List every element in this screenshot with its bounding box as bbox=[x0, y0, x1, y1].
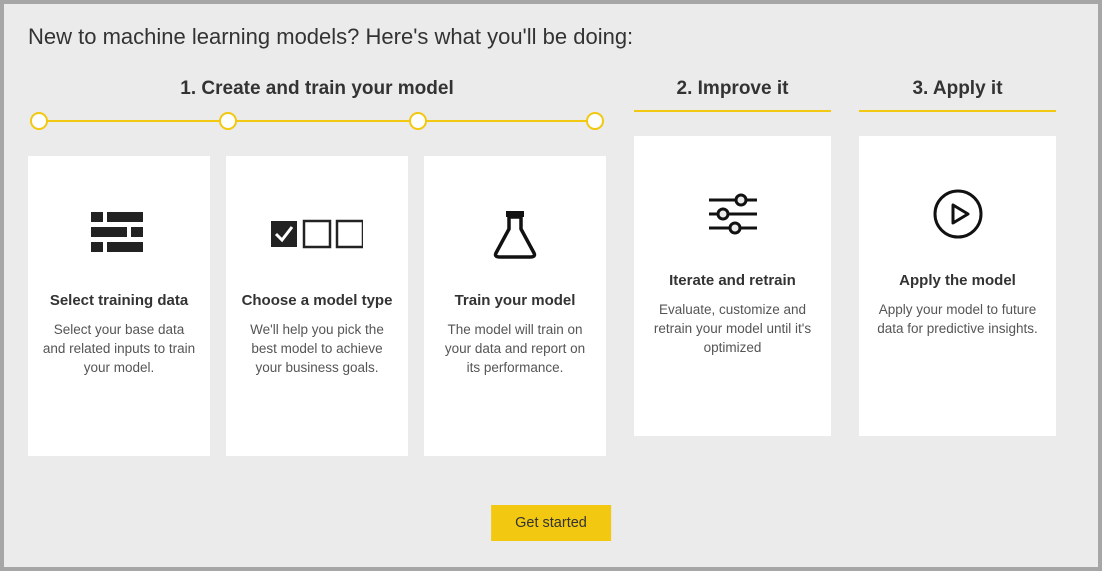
sliders-icon bbox=[707, 182, 759, 246]
data-rows-icon bbox=[91, 202, 147, 266]
card-choose-model-type: Choose a model type We'll help you pick … bbox=[226, 156, 408, 456]
card-2-desc: We'll help you pick the best model to ac… bbox=[240, 321, 394, 378]
card-4-desc: Evaluate, customize and retrain your mod… bbox=[648, 301, 817, 358]
checkbox-options-icon bbox=[271, 202, 363, 266]
intro-heading: New to machine learning models? Here's w… bbox=[28, 24, 1074, 50]
card-1-title: Select training data bbox=[50, 292, 188, 309]
stepper-dot-1 bbox=[30, 112, 48, 130]
card-train-model: Train your model The model will train on… bbox=[424, 156, 606, 456]
stepper-dot-2 bbox=[219, 112, 237, 130]
card-5-title: Apply the model bbox=[899, 272, 1016, 289]
phase-improve: 2. Improve it Iterate and ret bbox=[634, 78, 831, 456]
phase-3-underline bbox=[859, 110, 1056, 112]
phase-1-cards: Select training data Select your base da… bbox=[28, 156, 606, 456]
get-started-button[interactable]: Get started bbox=[491, 505, 611, 541]
flask-icon bbox=[492, 202, 538, 266]
card-1-desc: Select your base data and related inputs… bbox=[42, 321, 196, 378]
card-3-desc: The model will train on your data and re… bbox=[438, 321, 592, 378]
phase-2-title: 2. Improve it bbox=[634, 78, 831, 100]
card-select-training-data: Select training data Select your base da… bbox=[28, 156, 210, 456]
card-3-title: Train your model bbox=[455, 292, 576, 309]
phase-3-title: 3. Apply it bbox=[859, 78, 1056, 100]
phase-1-title: 1. Create and train your model bbox=[28, 78, 606, 100]
ml-intro-panel: New to machine learning models? Here's w… bbox=[0, 0, 1102, 571]
phase-2-cards: Iterate and retrain Evaluate, customize … bbox=[634, 136, 831, 436]
stepper-dot-4 bbox=[586, 112, 604, 130]
stepper-dot-3 bbox=[409, 112, 427, 130]
phase-3-cards: Apply the model Apply your model to futu… bbox=[859, 136, 1056, 436]
card-5-desc: Apply your model to future data for pred… bbox=[873, 301, 1042, 339]
card-4-title: Iterate and retrain bbox=[669, 272, 796, 289]
phase-1-stepper bbox=[28, 110, 606, 132]
stepper-line bbox=[38, 120, 596, 122]
card-apply-model: Apply the model Apply your model to futu… bbox=[859, 136, 1056, 436]
phases-row: 1. Create and train your model bbox=[28, 78, 1074, 456]
play-circle-icon bbox=[932, 182, 984, 246]
phase-2-underline bbox=[634, 110, 831, 112]
card-2-title: Choose a model type bbox=[242, 292, 393, 309]
phase-create-train: 1. Create and train your model bbox=[28, 78, 606, 456]
card-iterate-retrain: Iterate and retrain Evaluate, customize … bbox=[634, 136, 831, 436]
phase-apply: 3. Apply it Apply the model Apply your m… bbox=[859, 78, 1056, 456]
